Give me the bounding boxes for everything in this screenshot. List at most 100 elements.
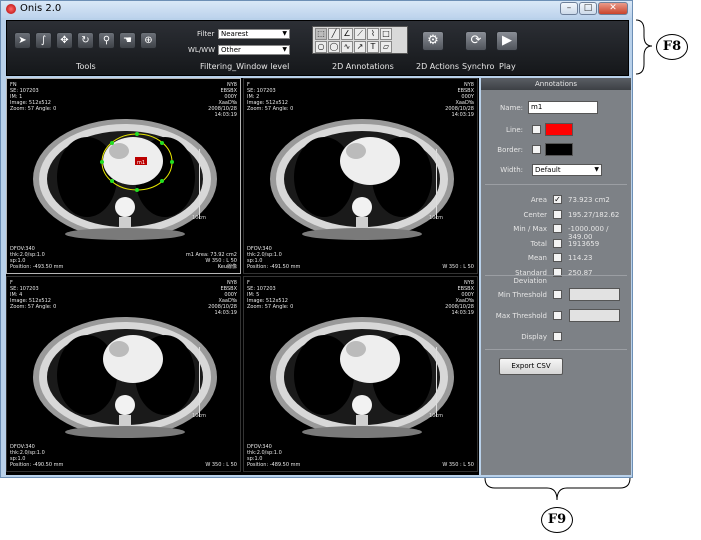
overlay-bottom-left: DFOV:340 thk:2.0/sp:1.0 sp:1.0 Position:… (247, 246, 301, 270)
min-threshold-label: Min Threshold (497, 291, 547, 299)
ruler-annotation-button[interactable]: ⟋ (354, 28, 366, 40)
crosshair-tool-button[interactable]: ⊕ (140, 32, 157, 49)
stat-checkbox-1[interactable] (553, 209, 562, 219)
text-icon: T (370, 42, 376, 51)
overlay-bottom-left: DFOV:340 thk:2.0/sp:1.0 sp:1.0 Position:… (247, 444, 301, 468)
f8-callout: F8 (656, 34, 688, 60)
title-bar[interactable]: Onis 2.0 – □ ✕ (1, 1, 632, 18)
circle-annotation-button[interactable]: ○ (315, 41, 327, 53)
app-logo-icon (6, 4, 16, 14)
wlww-value: Other (221, 46, 241, 54)
rotate-icon: ↻ (81, 35, 90, 46)
min-threshold-input[interactable] (569, 288, 620, 301)
play-section-label: Play (499, 62, 516, 71)
stat-checkbox-0[interactable]: ✓ (553, 195, 562, 204)
line-checkbox[interactable] (532, 125, 541, 134)
line-label: Line: (506, 126, 523, 134)
tools-section-label: Tools (76, 62, 96, 71)
pointer-icon: ➤ (18, 35, 27, 46)
border-checkbox[interactable] (532, 145, 541, 154)
stat-label-5: Standard Deviation (513, 268, 547, 285)
curve-icon: ∫ (40, 35, 47, 46)
line-color-swatch[interactable] (545, 123, 573, 136)
scale-label: 10cm (429, 215, 443, 221)
roi-label: m1 (137, 160, 145, 166)
angle-icon: ∠ (343, 29, 351, 38)
max-threshold-input[interactable] (569, 309, 620, 322)
viewport-4[interactable]: F SE: 107203 IM: 5 Image: 512x512 Zoom: … (243, 276, 478, 472)
move-icon: ✥ (60, 35, 69, 46)
gear-icon: ⚙ (427, 33, 439, 48)
line-icon: ╱ (331, 29, 337, 38)
filtering-section-label: Filtering_Window level (200, 62, 290, 71)
sync-icon: ⟳ (470, 33, 482, 48)
select-region-annotation-button[interactable]: ⬚ (315, 28, 327, 40)
2d-actions-button[interactable]: ⚙ (422, 31, 444, 51)
minimize-button[interactable]: – (560, 2, 578, 15)
filter-label: Filter (197, 30, 215, 38)
stat-value-3: 1913659 (568, 239, 600, 248)
viewport-1[interactable]: m1 FN SE: 107203 IM: 1 Image: 512x512 Zoo… (6, 78, 241, 274)
freehand-annotation-button[interactable]: ∿ (341, 41, 353, 53)
stat-checkbox-4[interactable] (553, 253, 562, 262)
width-dropdown[interactable]: Default ▼ (532, 164, 602, 176)
arrow-annotation-button[interactable]: ↗ (354, 41, 366, 53)
line-annotation-button[interactable]: ╱ (328, 28, 340, 40)
closed-polygon-annotation-button[interactable]: ▱ (380, 41, 392, 53)
name-label: Name: (499, 104, 523, 112)
f9-callout: F9 (541, 507, 573, 533)
export-csv-button[interactable]: Export CSV (499, 358, 563, 375)
magnifier-icon: ⚲ (102, 35, 111, 46)
ellipse-annotation-button[interactable]: ◯ (328, 41, 340, 53)
polyline-annotation-button[interactable]: ⌇ (367, 28, 379, 40)
border-color-swatch[interactable] (545, 143, 573, 156)
stat-label-0: Area (530, 196, 547, 204)
pointer-tool-button[interactable]: ➤ (14, 32, 31, 49)
divider (485, 184, 627, 185)
f8-bracket (635, 19, 653, 75)
scale-label: 10cm (192, 215, 206, 221)
curve-tool-button[interactable]: ∫ (35, 32, 52, 49)
stat-value-0: 73.923 cm2 (568, 196, 610, 204)
overlay-top-left: F SE: 107203 IM: 4 Image: 512x512 Zoom: … (10, 280, 57, 310)
width-value: Default (535, 166, 561, 174)
viewport-2[interactable]: F SE: 107203 IM: 2 Image: 512x512 Zoom: … (243, 78, 478, 274)
overlay-bottom-left: DFOV:340 thk:2.0/sp:1.0 sp:1.0 Position:… (10, 246, 64, 270)
stat-label-1: Center (523, 210, 547, 219)
annotation-name-input[interactable]: m1 (528, 101, 598, 114)
f9-bracket (484, 477, 631, 501)
ruler-icon: ⟋ (357, 29, 363, 38)
close-button[interactable]: ✕ (598, 2, 628, 15)
scale-bar (432, 347, 437, 417)
filter-dropdown[interactable]: Nearest ▼ (218, 29, 290, 39)
synchro-button[interactable]: ⟳ (465, 31, 487, 51)
hand-tool-button[interactable]: ☚ (119, 32, 136, 49)
stat-checkbox-2[interactable] (553, 224, 562, 233)
text-annotation-button[interactable]: T (367, 41, 379, 53)
overlay-bottom-left: DFOV:340 thk:2.0/sp:1.0 sp:1.0 Position:… (10, 444, 64, 468)
max-threshold-label: Max Threshold (495, 312, 547, 320)
viewport-3[interactable]: F SE: 107203 IM: 4 Image: 512x512 Zoom: … (6, 276, 241, 472)
max-threshold-checkbox[interactable] (553, 311, 562, 320)
chevron-down-icon: ▼ (282, 30, 287, 37)
angle-annotation-button[interactable]: ∠ (341, 28, 353, 40)
scale-label: 10cm (429, 413, 443, 419)
pan-tool-button[interactable]: ✥ (56, 32, 73, 49)
stat-checkbox-3[interactable] (553, 238, 562, 248)
zoom-tool-button[interactable]: ⚲ (98, 32, 115, 49)
wlww-dropdown[interactable]: Other ▼ (218, 45, 290, 55)
play-button[interactable]: ▶ (496, 31, 518, 51)
stat-value-1: 195.27/182.62 (568, 210, 620, 219)
min-threshold-checkbox[interactable] (553, 290, 562, 299)
display-label: Display (521, 333, 547, 341)
annotations-section-label: 2D Annotations (332, 62, 394, 71)
display-checkbox[interactable] (553, 332, 562, 341)
rotate-tool-button[interactable]: ↻ (77, 32, 94, 49)
scale-bar (195, 149, 200, 219)
overlay-top-left: F SE: 107203 IM: 2 Image: 512x512 Zoom: … (247, 82, 294, 112)
maximize-button[interactable]: □ (579, 2, 597, 15)
rectangle-annotation-button[interactable]: □ (380, 28, 392, 40)
overlay-top-left: F SE: 107203 IM: 5 Image: 512x512 Zoom: … (247, 280, 294, 310)
app-window: Onis 2.0 – □ ✕ ➤ ∫ ✥ ↻ ⚲ ☚ ⊕ Filter Near… (0, 0, 633, 478)
synchro-section-label: Synchro (462, 62, 495, 71)
